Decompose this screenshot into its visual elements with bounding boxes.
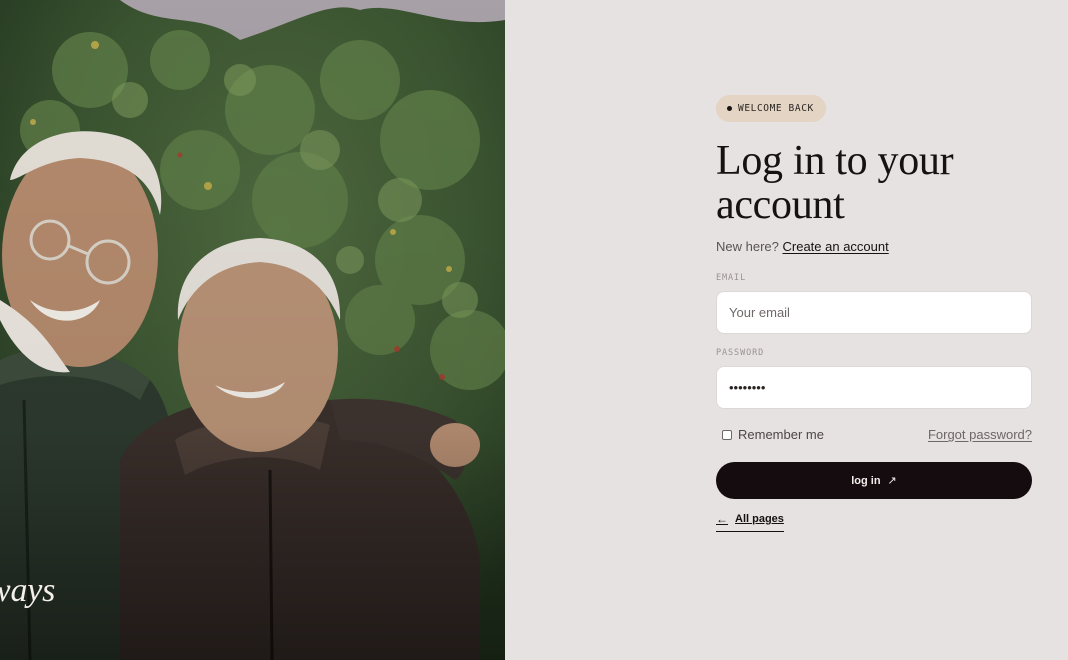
page-title: Log in to your account — [716, 139, 1032, 227]
email-input[interactable] — [716, 291, 1032, 334]
login-button[interactable]: log in ↗ — [716, 462, 1032, 499]
password-input[interactable] — [716, 366, 1032, 409]
hero-photo: ways — [0, 0, 505, 660]
remember-me-label: Remember me — [738, 427, 824, 442]
remember-me-checkbox[interactable]: Remember me — [722, 427, 824, 442]
email-label: EMAIL — [716, 273, 747, 283]
forgot-password-link[interactable]: Forgot password? — [928, 427, 1032, 442]
checkbox-icon[interactable] — [722, 429, 732, 440]
password-label: PASSWORD — [716, 348, 765, 358]
dot-icon — [727, 106, 732, 111]
form-options-row: Remember me Forgot password? — [716, 427, 1032, 442]
create-account-link[interactable]: Create an account — [783, 239, 889, 254]
page-title-line-1: Log in to your — [716, 138, 954, 184]
login-panel: WELCOME BACK Log in to your account New … — [505, 0, 1068, 660]
page-title-line-2: account — [716, 182, 845, 228]
arrow-up-right-icon: ↗ — [887, 475, 897, 487]
signup-prompt: New here? Create an account — [716, 239, 1032, 254]
all-pages-label: All pages — [735, 513, 784, 525]
all-pages-link[interactable]: ← All pages — [716, 512, 784, 532]
login-form: WELCOME BACK Log in to your account New … — [716, 95, 1032, 532]
photo-caption: ways — [0, 572, 56, 609]
welcome-badge-label: WELCOME BACK — [738, 103, 814, 114]
welcome-badge: WELCOME BACK — [716, 95, 826, 122]
arrow-left-icon: ← — [716, 512, 728, 526]
signup-prompt-text: New here? — [716, 239, 779, 254]
login-button-label: log in — [851, 474, 881, 487]
couple-photo-illustration — [0, 0, 505, 660]
